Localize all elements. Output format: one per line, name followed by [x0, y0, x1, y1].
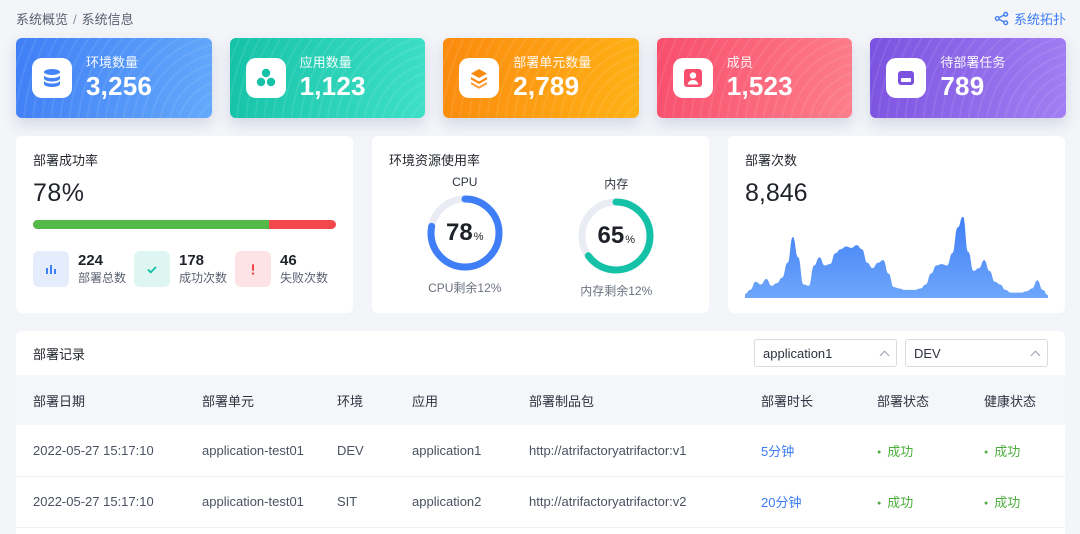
cell-package: http://atrifactoryatrifactor:v2 [529, 494, 687, 509]
apps-icon [245, 58, 286, 98]
success-deploys-num: 178 [179, 252, 205, 269]
failed-deploys-num: 46 [280, 252, 297, 269]
deploy-trend-area [745, 216, 1048, 298]
stat-label: 应用数量 [299, 55, 352, 70]
memory-remaining: 内存剩余12% [580, 284, 653, 298]
topology-link[interactable]: 系统拓扑 [994, 9, 1066, 28]
breadcrumb-separator: / [73, 11, 77, 27]
cpu-remaining: CPU剩余12% [428, 281, 502, 295]
application-select-value: application1 [763, 345, 833, 361]
cell-date: 2022-05-27 15:17:10 [33, 442, 154, 458]
total-deploys-num: 224 [78, 252, 104, 269]
breadcrumb: 系统概览 / 系统信息 [16, 9, 134, 28]
stat-label: 成员 [726, 55, 753, 70]
cell-deploy-status: 成功 [877, 425, 984, 476]
exclamation-icon [235, 251, 271, 287]
cpu-gauge-title: CPU [452, 175, 478, 189]
cpu-gauge: CPU 78% CPU剩余12% [400, 175, 530, 299]
stat-card-pending-tasks[interactable]: 待部署任务 789 [870, 38, 1066, 118]
bar-chart-icon [33, 251, 69, 287]
application-select[interactable]: application1 [754, 339, 897, 367]
stat-card-members[interactable]: 成员 1,523 [656, 38, 853, 118]
cell-app: application2 [412, 494, 482, 509]
chevron-up-icon [1030, 350, 1041, 360]
cell-env: SIT [337, 494, 358, 509]
failed-deploys-label: 失败次数 [280, 271, 329, 285]
chevron-up-icon [879, 350, 890, 360]
success-rate-bar [33, 220, 336, 229]
success-rate-bar-fill [33, 220, 270, 229]
stat-cards: 环境数量 3,256 应用数量 1,123 部署单元数量 2,789 成员 1,… [16, 38, 1066, 118]
panel-title: 部署记录 [33, 346, 86, 362]
table-row[interactable]: 2022-05-27 15:17:10 application-test01 S… [16, 476, 1065, 527]
check-icon [134, 251, 170, 287]
panel-title: 部署次数 [745, 153, 798, 168]
total-deploys-label: 部署总数 [78, 271, 127, 285]
panel-title: 部署成功率 [33, 153, 99, 168]
deploy-count-value: 8,846 [745, 179, 808, 207]
failed-deploys: 46 失败次数 [235, 251, 336, 287]
stat-card-deploy-units[interactable]: 部署单元数量 2,789 [443, 38, 639, 118]
user-icon [672, 58, 713, 98]
environment-select[interactable]: DEV [905, 339, 1048, 367]
deploy-success-panel: 部署成功率 78% 224 部署总数 178 成功次数 46 失败次数 [16, 136, 353, 313]
success-deploys: 178 成功次数 [134, 251, 235, 287]
stat-value: 3,256 [86, 71, 153, 101]
success-rate-value: 78% [33, 179, 85, 207]
topology-link-label: 系统拓扑 [1013, 11, 1066, 27]
resource-usage-panel: 环境资源使用率 CPU 78% CPU剩余12% 内存 65% 内存剩余12% [372, 136, 709, 313]
stat-value: 789 [940, 71, 985, 101]
breadcrumb-current: 系统信息 [81, 11, 134, 27]
memory-gauge-value: 65 [597, 222, 625, 249]
cell-app: application1 [412, 442, 482, 458]
cell-package: http://atrifactoryatrifactor:v1 [529, 442, 687, 458]
column-header[interactable]: 健康状态 [984, 375, 1065, 425]
cpu-gauge-value: 78 [446, 219, 473, 246]
column-header[interactable]: 部署状态 [877, 375, 984, 425]
cpu-gauge-unit: % [473, 231, 484, 243]
success-deploys-label: 成功次数 [179, 271, 228, 285]
column-header[interactable]: 部署日期 [16, 375, 202, 425]
top-bar: 系统概览 / 系统信息 系统拓扑 [16, 8, 1066, 28]
panel-title: 环境资源使用率 [389, 153, 481, 168]
cell-date: 2022-05-27 15:17:10 [33, 494, 154, 509]
cell-duration: 20分钟 [761, 495, 802, 510]
column-header[interactable]: 部署时长 [761, 375, 877, 425]
stat-label: 部署单元数量 [513, 55, 592, 70]
stat-label: 待部署任务 [940, 55, 1006, 70]
total-deploys: 224 部署总数 [33, 251, 134, 287]
stat-card-environments[interactable]: 环境数量 3,256 [16, 38, 212, 118]
stat-value: 2,789 [513, 71, 580, 101]
share-nodes-icon [994, 11, 1009, 25]
deploy-trend-area-chart [745, 216, 1048, 298]
cell-deploy-status: 成功 [877, 476, 984, 527]
deploy-records-table: 部署日期 部署单元 环境 应用 部署制品包 部署时长 部署状态 健康状态 202… [16, 375, 1065, 528]
cell-health-status: 成功 [984, 476, 1065, 527]
column-header[interactable]: 部署制品包 [529, 375, 761, 425]
memory-gauge-title: 内存 [604, 177, 629, 191]
deploy-records-panel: 部署记录 application1 DEV 部署日期 部署单元 环境 应用 部署… [16, 331, 1065, 534]
stat-card-apps[interactable]: 应用数量 1,123 [229, 38, 426, 118]
deploy-count-panel: 部署次数 8,846 [728, 136, 1065, 313]
cell-duration: 5分钟 [761, 443, 795, 459]
cell-env: DEV [337, 442, 364, 458]
memory-gauge: 内存 65% 内存剩余12% [551, 175, 681, 299]
environment-select-value: DEV [914, 345, 941, 361]
breadcrumb-parent[interactable]: 系统概览 [16, 12, 68, 27]
cell-health-status: 成功 [984, 425, 1065, 476]
column-header[interactable]: 环境 [337, 375, 412, 425]
stat-value: 1,123 [299, 71, 366, 101]
inbox-icon [886, 58, 927, 98]
table-row[interactable]: 2022-05-27 15:17:10 application-test01 D… [16, 425, 1065, 476]
table-header-row: 部署日期 部署单元 环境 应用 部署制品包 部署时长 部署状态 健康状态 [16, 375, 1065, 425]
layers-icon [459, 58, 500, 98]
stat-value: 1,523 [726, 71, 793, 101]
database-icon [32, 58, 72, 98]
stat-label: 环境数量 [86, 55, 139, 70]
column-header[interactable]: 部署单元 [202, 375, 337, 425]
cell-unit: application-test01 [202, 442, 304, 458]
column-header[interactable]: 应用 [412, 375, 529, 425]
memory-gauge-unit: % [625, 234, 635, 246]
cell-unit: application-test01 [202, 494, 304, 509]
